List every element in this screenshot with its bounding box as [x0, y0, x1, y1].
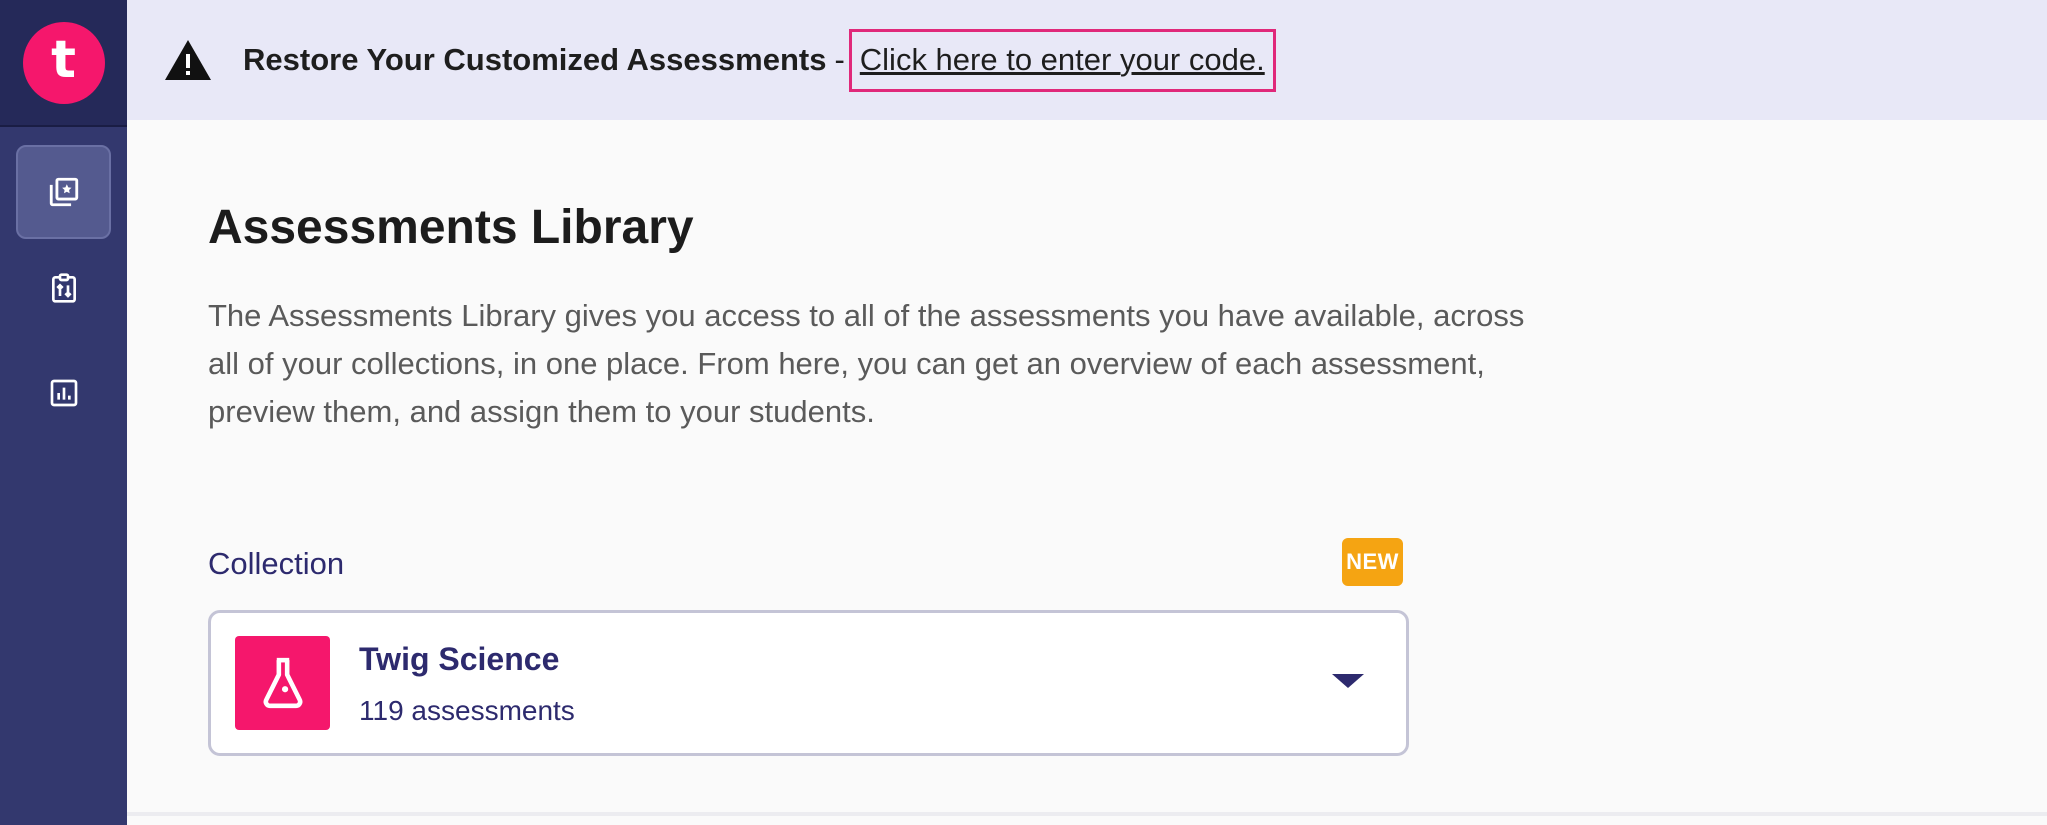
page-description: The Assessments Library gives you access…	[208, 298, 1525, 429]
bar-chart-icon	[50, 379, 77, 407]
nav-item-library[interactable]	[16, 145, 111, 239]
collection-label: Collection	[208, 546, 345, 581]
restore-banner: Restore Your Customized Assessments - Cl…	[127, 0, 2047, 120]
chevron-down-icon[interactable]	[1332, 674, 1364, 688]
main-area: Restore Your Customized Assessments - Cl…	[127, 0, 2047, 825]
divider	[127, 812, 2047, 816]
sidebar: t	[0, 0, 127, 825]
collection-name: Twig Science	[359, 641, 560, 677]
sidebar-header: t	[0, 0, 127, 127]
new-badge: NEW	[1342, 538, 1403, 586]
nav-item-reports[interactable]	[16, 346, 111, 440]
banner-title: Restore Your Customized Assessments	[243, 42, 827, 77]
collection-count: 119 assessments	[359, 695, 575, 726]
enter-code-link[interactable]: Click here to enter your code.	[848, 28, 1276, 92]
collection-select[interactable]: Twig Science 119 assessments	[208, 610, 1409, 756]
nav-item-assignments[interactable]	[16, 241, 111, 335]
library-star-icon	[49, 177, 78, 207]
app-logo[interactable]: t	[22, 21, 105, 104]
banner-separator: -	[834, 42, 845, 77]
clipboard-sort-icon	[51, 273, 76, 303]
flask-icon	[263, 657, 302, 709]
content: Assessments Library The Assessments Libr…	[208, 120, 1538, 756]
page-title: Assessments Library	[208, 201, 694, 254]
collection-icon	[235, 636, 330, 730]
warning-icon	[165, 40, 211, 80]
collection-header: Collection NEW	[208, 538, 1409, 588]
